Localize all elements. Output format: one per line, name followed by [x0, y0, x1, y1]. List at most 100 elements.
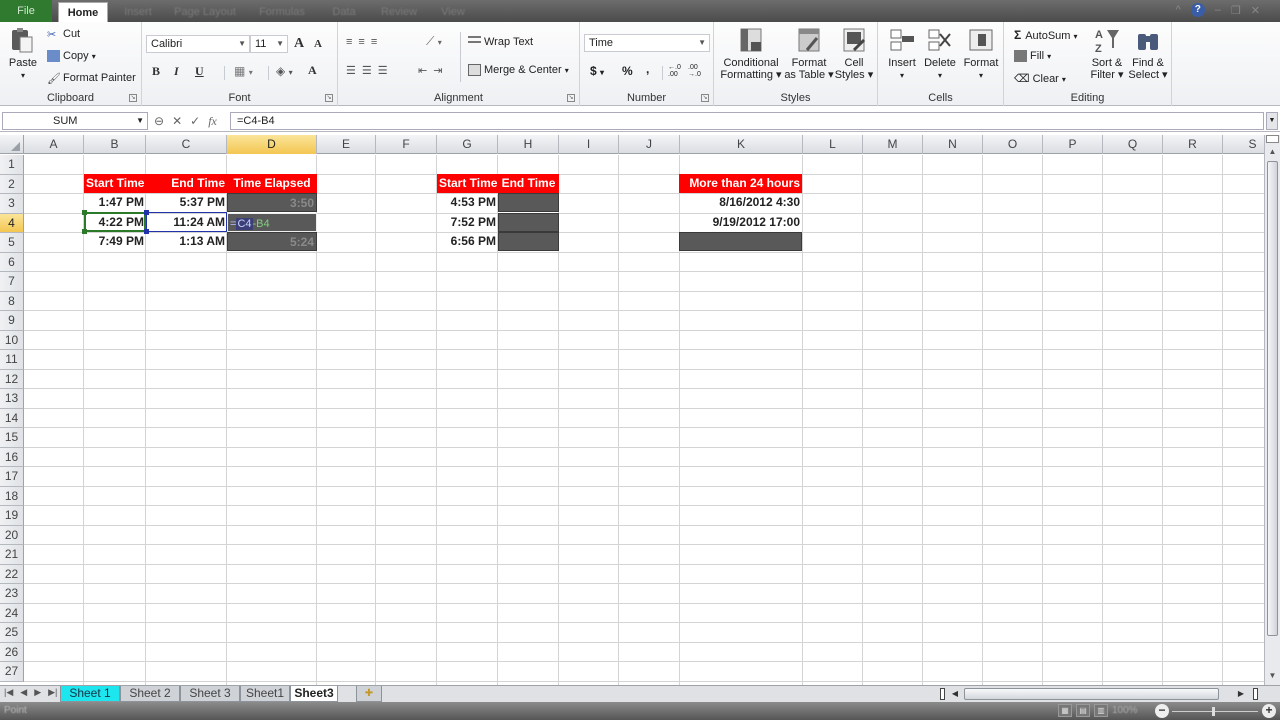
cell-h3[interactable] — [498, 193, 559, 212]
selection-handle[interactable] — [144, 210, 149, 215]
format-as-table-button[interactable]: Format as Table ▾ — [784, 26, 834, 81]
worksheet-grid[interactable]: ABCDEFGHIJKLMNOPQRS 1 2 3 4 5 6 7 8 9 10 11 12 13 14 1… — [0, 135, 1264, 685]
decrease-decimal-button[interactable]: .00 →.0 — [688, 64, 706, 78]
align-center-icon[interactable]: ☰ — [362, 65, 378, 77]
row-header-9[interactable]: 9 — [0, 311, 24, 331]
horizontal-align-buttons[interactable]: ☰☰☰ — [346, 64, 394, 77]
column-header-l[interactable]: L — [803, 135, 863, 154]
row-header-15[interactable]: 15 — [0, 428, 24, 448]
first-sheet-icon[interactable]: |◀ — [4, 687, 13, 698]
row-header-26[interactable]: 26 — [0, 642, 24, 662]
horizontal-split-box-right[interactable] — [1253, 688, 1258, 700]
italic-button[interactable]: I — [174, 64, 179, 79]
cell-d4-editing[interactable]: =C4-B4 — [227, 213, 317, 232]
sort-filter-button[interactable]: AZ Sort & Filter ▾ — [1088, 26, 1126, 81]
page-layout-view-icon[interactable]: ▤ — [1076, 704, 1090, 717]
column-header-f[interactable]: F — [376, 135, 437, 154]
cell-k4[interactable]: 9/19/2012 17:00 — [679, 213, 802, 232]
comma-button[interactable]: , — [646, 62, 649, 76]
table2-header-start-time[interactable]: Start Time — [437, 174, 498, 193]
column-header-d[interactable]: D — [227, 135, 317, 154]
next-sheet-icon[interactable]: ▶ — [34, 687, 41, 698]
zoom-in-icon[interactable]: + — [1262, 704, 1276, 718]
column-header-g[interactable]: G — [437, 135, 498, 154]
cell-g5[interactable]: 6:56 PM — [437, 232, 498, 251]
row-header-22[interactable]: 22 — [0, 564, 24, 584]
row-header-1[interactable]: 1 — [0, 155, 24, 175]
confirm-entry-icon[interactable]: ✓ — [190, 114, 200, 128]
column-header-o[interactable]: O — [983, 135, 1043, 154]
clipboard-launcher-icon[interactable]: ↘ — [129, 94, 137, 102]
sheet-tab-sheet-1[interactable]: Sheet 1 — [60, 686, 120, 702]
row-header-8[interactable]: 8 — [0, 291, 24, 311]
column-header-h[interactable]: H — [498, 135, 559, 154]
expand-formula-bar-icon[interactable]: ▼ — [1266, 112, 1278, 130]
cell-d5[interactable]: 5:24 — [227, 232, 317, 251]
horizontal-scroll-thumb[interactable] — [964, 688, 1219, 700]
cell-h4[interactable] — [498, 213, 559, 232]
align-bottom-icon[interactable]: ≡ — [371, 36, 383, 48]
row-header-6[interactable]: 6 — [0, 252, 24, 272]
scroll-down-icon[interactable]: ▼ — [1266, 669, 1279, 683]
insert-cells-button[interactable]: Insert ▾ — [884, 26, 920, 81]
cell-c5[interactable]: 1:13 AM — [146, 232, 227, 251]
table2-header-end-time[interactable]: End Time — [498, 174, 559, 193]
increase-indent-icon[interactable]: ⇥ — [433, 65, 448, 77]
table3-header-more-than-24-hours[interactable]: More than 24 hours — [679, 174, 802, 193]
cell-k5[interactable] — [679, 232, 802, 251]
function-dropdown-icon[interactable]: ⊖ — [154, 114, 164, 128]
prev-sheet-icon[interactable]: ◀ — [20, 687, 27, 698]
insert-sheet-button[interactable]: ✚ — [356, 686, 382, 702]
minimize-ribbon-icon[interactable]: ^ — [1176, 4, 1181, 16]
table1-header-end-time[interactable]: End Time — [146, 174, 227, 193]
column-header-s[interactable]: S — [1223, 135, 1264, 154]
cell-c3[interactable]: 5:37 PM — [146, 193, 227, 212]
select-all-button[interactable] — [0, 135, 24, 154]
cell-styles-button[interactable]: Cell Styles ▾ — [834, 26, 874, 81]
formula-input[interactable]: =C4-B4 — [230, 112, 1264, 130]
font-size-combo[interactable]: 11 ▼ — [250, 35, 288, 53]
row-header-24[interactable]: 24 — [0, 603, 24, 623]
align-top-icon[interactable]: ≡ — [346, 36, 358, 48]
vertical-align-buttons[interactable]: ≡≡≡ — [346, 36, 383, 48]
zoom-slider[interactable] — [1172, 711, 1258, 712]
cell-d3[interactable]: 3:50 — [227, 193, 317, 212]
row-header-3[interactable]: 3 — [0, 194, 24, 214]
restore-icon[interactable]: ❐ — [1231, 4, 1241, 17]
vertical-scroll-thumb[interactable] — [1267, 161, 1278, 636]
copy-button[interactable]: Copy ▾ — [47, 50, 96, 63]
autosum-button[interactable]: Σ AutoSum ▾ — [1014, 28, 1078, 42]
cell-b5[interactable]: 7:49 PM — [84, 232, 146, 251]
zoom-slider-thumb[interactable] — [1212, 707, 1215, 716]
zoom-out-icon[interactable]: − — [1155, 704, 1169, 718]
font-name-combo[interactable]: Calibri ▼ — [146, 35, 250, 53]
column-header-b[interactable]: B — [84, 135, 146, 154]
alignment-launcher-icon[interactable]: ↘ — [567, 94, 575, 102]
tab-review[interactable]: Review — [376, 2, 422, 22]
row-header-17[interactable]: 17 — [0, 467, 24, 487]
column-header-m[interactable]: M — [863, 135, 923, 154]
tab-insert[interactable]: Insert — [118, 2, 158, 22]
increase-decimal-button[interactable]: ←.0 .00 — [668, 64, 686, 78]
format-painter-button[interactable]: 🖌 Format Painter — [47, 72, 136, 85]
bold-button[interactable]: B — [152, 64, 160, 79]
table1-header-time-elapsed[interactable]: Time Elapsed — [227, 174, 317, 193]
clear-button[interactable]: ⌫ Clear ▾ — [1014, 72, 1066, 85]
column-header-c[interactable]: C — [146, 135, 227, 154]
scroll-up-icon[interactable]: ▲ — [1266, 145, 1279, 159]
find-select-button[interactable]: Find & Select ▾ — [1128, 26, 1168, 81]
help-icon[interactable]: ? — [1190, 3, 1205, 17]
scroll-left-icon[interactable]: ◀ — [948, 687, 962, 701]
font-color-button[interactable]: A — [308, 63, 317, 78]
insert-function-icon[interactable]: fx — [208, 114, 217, 129]
paste-button[interactable]: Paste ▾ — [8, 26, 38, 81]
sheet-tab-sheet-2[interactable]: Sheet 2 — [120, 686, 180, 702]
row-header-14[interactable]: 14 — [0, 408, 24, 428]
sheet-tab-sheet-3[interactable]: Sheet 3 — [180, 686, 240, 702]
row-header-2[interactable]: 2 — [0, 174, 24, 194]
zoom-level[interactable]: 100% — [1112, 705, 1138, 716]
row-header-16[interactable]: 16 — [0, 447, 24, 467]
column-header-r[interactable]: R — [1163, 135, 1223, 154]
column-header-j[interactable]: J — [619, 135, 680, 154]
row-header-7[interactable]: 7 — [0, 272, 24, 292]
